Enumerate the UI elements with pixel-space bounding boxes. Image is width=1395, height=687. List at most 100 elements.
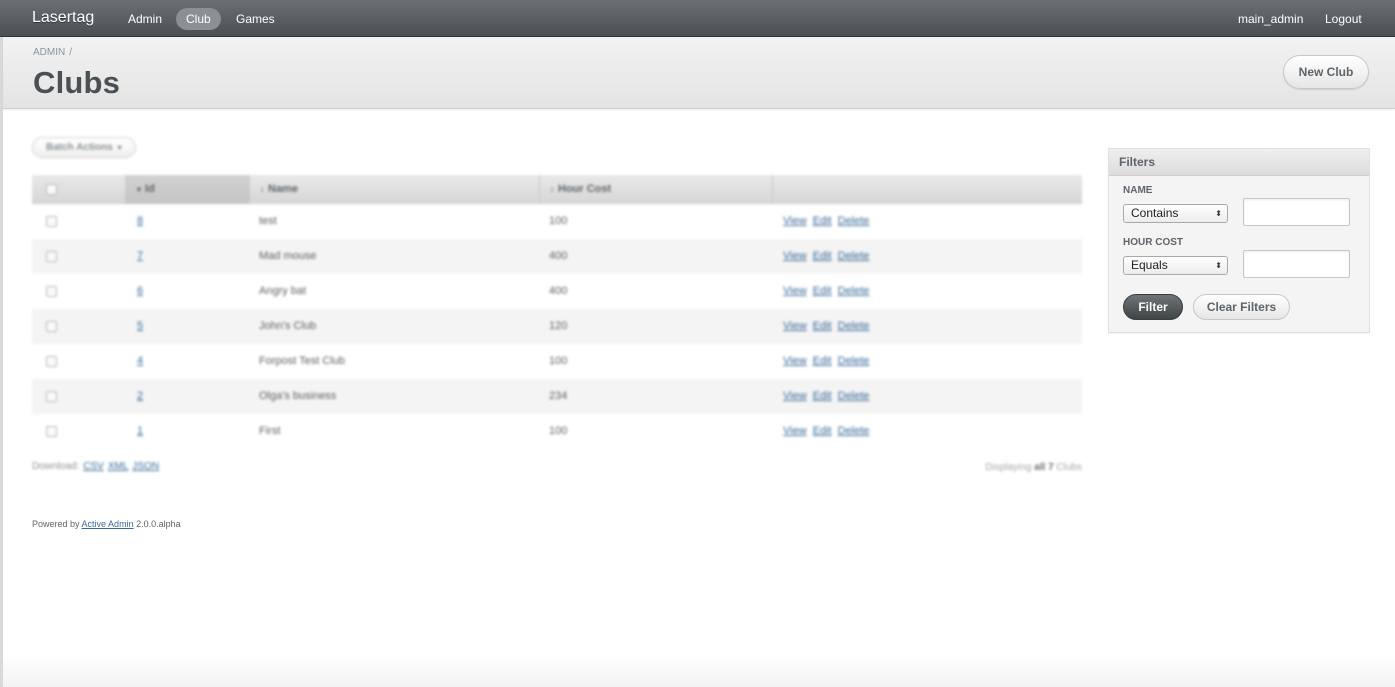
view-link[interactable]: View [783,425,807,437]
row-hour-cost: 234 [549,390,568,402]
row-name: Forpost Test Club [259,355,346,367]
row-checkbox[interactable] [46,216,57,227]
hour-cost-operator-select[interactable]: Equals ⬍ [1123,256,1228,275]
row-hour-cost: 120 [549,320,568,332]
row-actions: View Edit Delete [783,274,875,309]
row-name: Mad mouse [259,250,317,262]
column-header-name-label: Name [268,183,298,195]
edit-link[interactable]: Edit [813,215,832,227]
row-id-link[interactable]: 8 [137,204,143,239]
row-hour-cost: 400 [549,250,568,262]
row-id-link[interactable]: 5 [137,309,143,344]
edit-link[interactable]: Edit [813,355,832,367]
row-hour-cost: 100 [549,215,568,227]
name-operator-select[interactable]: Contains ⬍ [1123,204,1228,223]
filter-button[interactable]: Filter [1123,294,1183,320]
row-actions: View Edit Delete [783,309,875,344]
edit-link[interactable]: Edit [813,390,832,402]
row-actions: View Edit Delete [783,239,875,274]
edit-link[interactable]: Edit [813,250,832,262]
column-header-hour-cost-label: Hour Cost [558,183,612,195]
row-checkbox[interactable] [46,286,57,297]
edit-link[interactable]: Edit [813,320,832,332]
table-row: 7 Mad mouse 400 View Edit Delete [32,239,1082,274]
batch-actions-button[interactable]: Batch Actions ▾ [32,137,136,158]
footer-version: 2.0.0.alpha [136,519,181,529]
footer: Powered by Active Admin 2.0.0.alpha [32,519,181,529]
row-name: test [259,215,277,227]
view-link[interactable]: View [783,355,807,367]
select-arrows-icon: ⬍ [1215,261,1222,270]
row-id-link[interactable]: 6 [137,274,143,309]
edit-link[interactable]: Edit [813,425,832,437]
filters-panel: Filters NAME Contains ⬍ HOUR COST Equals… [1108,148,1370,333]
row-id-link[interactable]: 1 [137,414,143,449]
breadcrumb: ADMIN / [33,47,72,58]
select-arrows-icon: ⬍ [1215,209,1222,218]
download-xml-link[interactable]: XML [108,461,129,472]
nav-item-club[interactable]: Club [176,8,221,30]
column-header-hour-cost[interactable]: ↕ Hour Cost [539,175,772,204]
column-header-actions [772,175,1082,204]
row-actions: View Edit Delete [783,414,875,449]
view-link[interactable]: View [783,215,807,227]
nav-item-games[interactable]: Games [226,8,285,30]
breadcrumb-admin-link[interactable]: ADMIN [33,47,65,58]
header-bar: Lasertag Admin Club Games main_admin Log… [0,0,1395,37]
row-hour-cost: 100 [549,355,568,367]
row-id-link[interactable]: 2 [137,379,143,414]
name-operator-value: Contains [1131,206,1179,220]
table-header: ▾ Id ↕ Name ↕ Hour Cost [32,175,1082,204]
row-actions: View Edit Delete [783,344,875,379]
nav-item-admin[interactable]: Admin [118,8,172,30]
row-checkbox[interactable] [46,321,57,332]
row-id-link[interactable]: 7 [137,239,143,274]
edit-link[interactable]: Edit [813,285,832,297]
delete-link[interactable]: Delete [838,355,870,367]
page-title: Clubs [33,65,121,100]
table-row: 2 Olga's business 234 View Edit Delete [32,379,1082,414]
download-csv-link[interactable]: CSV [83,461,104,472]
pagination-info: Displaying all 7 Clubs [940,462,1082,473]
name-filter-input[interactable] [1243,198,1350,226]
row-checkbox[interactable] [46,251,57,262]
delete-link[interactable]: Delete [838,390,870,402]
filters-title: Filters [1109,149,1369,176]
download-json-link[interactable]: JSON [132,461,159,472]
row-checkbox[interactable] [46,391,57,402]
row-checkbox[interactable] [46,356,57,367]
table-row: 8 test 100 View Edit Delete [32,204,1082,239]
logout-link[interactable]: Logout [1325,8,1362,30]
row-actions: View Edit Delete [783,379,875,414]
chevron-down-icon: ▾ [117,143,122,152]
row-hour-cost: 100 [549,425,568,437]
column-header-name[interactable]: ↕ Name [249,175,539,204]
row-id-link[interactable]: 4 [137,344,143,379]
current-user-link[interactable]: main_admin [1238,8,1303,30]
new-club-button[interactable]: New Club [1283,55,1369,89]
delete-link[interactable]: Delete [838,250,870,262]
view-link[interactable]: View [783,250,807,262]
clubs-table: ▾ Id ↕ Name ↕ Hour Cost 8 test 100 View Edit… [32,175,1082,449]
clear-filters-button[interactable]: Clear Filters [1193,294,1290,320]
footer-prefix: Powered by [32,519,80,529]
column-header-id[interactable]: ▾ Id [125,175,249,204]
site-title[interactable]: Lasertag [32,9,94,27]
row-name: First [259,425,281,437]
delete-link[interactable]: Delete [838,425,870,437]
view-link[interactable]: View [783,320,807,332]
view-link[interactable]: View [783,390,807,402]
name-filter-label: NAME [1123,185,1153,196]
column-header-id-label: Id [145,183,155,195]
active-admin-link[interactable]: Active Admin [82,519,134,529]
row-hour-cost: 400 [549,285,568,297]
delete-link[interactable]: Delete [838,320,870,332]
row-checkbox[interactable] [46,426,57,437]
hour-cost-operator-value: Equals [1131,258,1168,272]
select-all-checkbox[interactable] [46,184,57,195]
delete-link[interactable]: Delete [838,215,870,227]
pagination-prefix: Displaying [985,462,1032,473]
delete-link[interactable]: Delete [838,285,870,297]
view-link[interactable]: View [783,285,807,297]
hour-cost-filter-input[interactable] [1243,250,1350,278]
